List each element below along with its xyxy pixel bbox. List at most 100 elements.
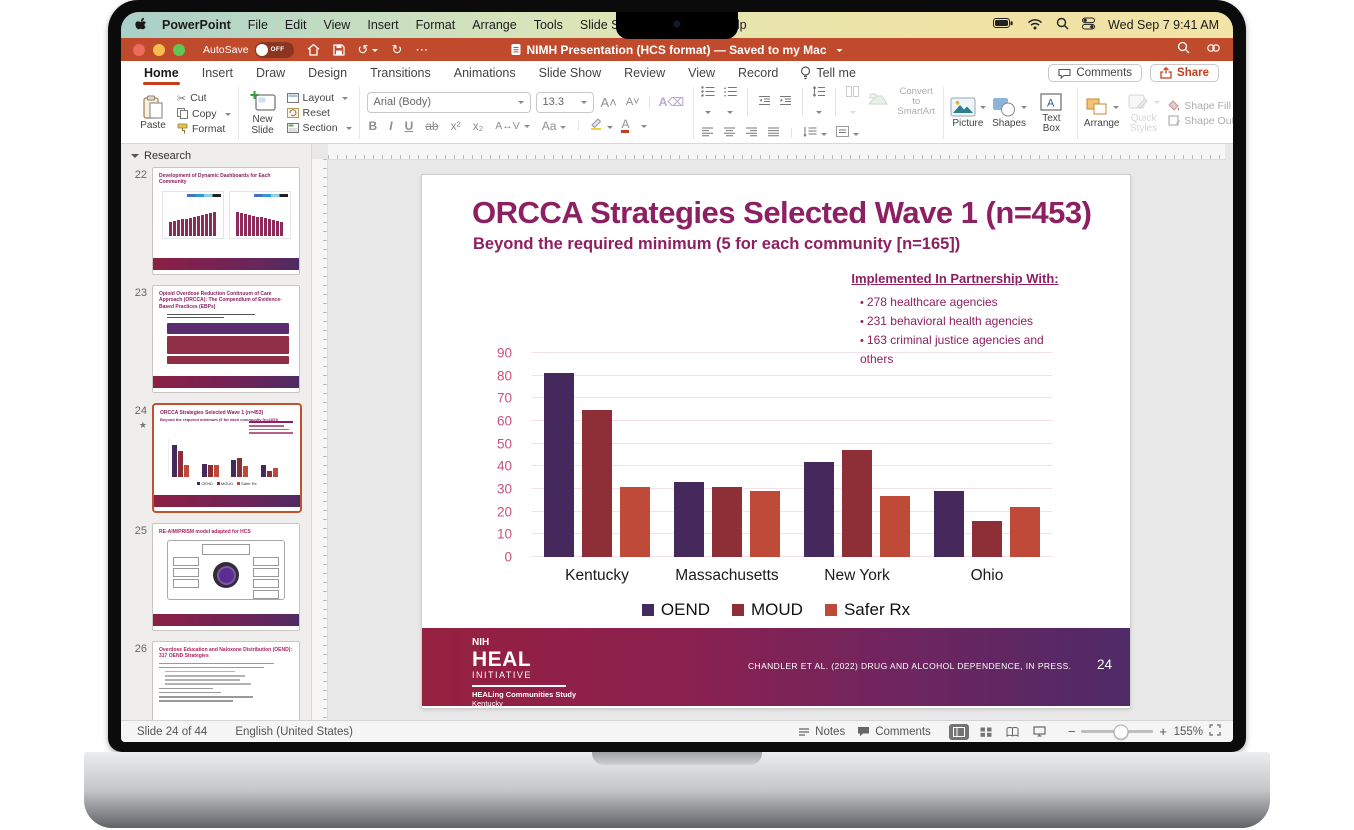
bold-button[interactable]: B [367,119,380,133]
bar-OEND-Ohio[interactable] [934,491,964,557]
slide-sorter-view-button[interactable] [976,724,996,740]
font-size-select[interactable]: 13.3 [536,92,594,113]
slide-thumbnail-23[interactable]: Opioid Overdose Reduction Continuum of C… [152,285,300,393]
decrease-indent-button[interactable] [758,93,771,111]
slide-thumbnail-24-selected[interactable]: ORCCA Strategies Selected Wave 1 (n=453)… [152,403,302,513]
subscript-button[interactable]: x₂ [471,119,486,133]
tab-animations[interactable]: Animations [453,62,517,85]
vertical-ruler[interactable] [312,159,328,720]
text-direction-button[interactable] [803,124,827,142]
search-icon[interactable] [1177,41,1190,59]
section-button[interactable]: Section [287,122,352,134]
bar-MOUD-Kentucky[interactable] [582,410,612,557]
menu-item-edit[interactable]: Edit [285,18,307,32]
normal-view-button[interactable] [949,724,969,740]
menu-item-file[interactable]: File [248,18,268,32]
menu-bar-clock[interactable]: Wed Sep 7 9:41 AM [1108,18,1219,32]
close-button[interactable] [133,44,145,56]
apple-menu[interactable] [135,16,148,34]
justify-button[interactable] [767,124,780,142]
align-text-button[interactable] [836,124,859,142]
layout-button[interactable]: Layout [287,92,352,104]
horizontal-ruler[interactable] [328,144,1225,160]
bar-Safer-Rx-Ohio[interactable] [1010,507,1040,557]
increase-font-size-button[interactable]: A˄ [599,95,619,110]
increase-indent-button[interactable] [779,93,792,111]
slideshow-view-button[interactable] [1030,724,1050,740]
tab-draw[interactable]: Draw [255,62,286,85]
slide-subtitle[interactable]: Beyond the required minimum (5 for each … [473,235,960,254]
tell-me-button[interactable]: Tell me [800,66,856,80]
bar-OEND-Kentucky[interactable] [544,373,574,557]
character-spacing-button[interactable]: A↔V [493,120,532,132]
shapes-button[interactable]: Shapes [992,97,1026,130]
shape-fill-button[interactable]: Shape Fill [1168,100,1233,112]
line-spacing-button[interactable] [812,84,825,120]
shape-outline-button[interactable]: Shape Outline [1168,115,1233,127]
italic-button[interactable]: I [387,119,394,133]
new-slide-button[interactable]: New Slide [246,90,280,136]
comments-button[interactable]: Comments [1048,64,1142,82]
arrange-button[interactable]: Arrange [1085,97,1119,130]
numbering-button[interactable] [723,84,737,120]
bar-chart[interactable]: 0102030405060708090 KentuckyMassachusett… [422,340,1130,650]
notes-toggle[interactable]: Notes [798,726,845,738]
language-indicator[interactable]: English (United States) [235,726,353,738]
clear-formatting-button[interactable]: A⌫ [657,95,687,109]
slide-thumbnail-22[interactable]: Development of Dynamic Dashboards for Ea… [152,167,300,275]
minimize-button[interactable] [153,44,165,56]
tab-insert[interactable]: Insert [201,62,234,85]
zoom-out-button[interactable]: − [1068,724,1076,739]
bar-MOUD-Massachusetts[interactable] [712,487,742,557]
reading-view-button[interactable] [1003,724,1023,740]
slide-title[interactable]: ORCCA Strategies Selected Wave 1 (n=453) [472,195,1110,231]
bar-OEND-Massachusetts[interactable] [674,482,704,557]
menu-item-app[interactable]: PowerPoint [162,18,231,32]
redo-icon[interactable]: ↻ [391,43,402,56]
bar-Safer-Rx-New York[interactable] [880,496,910,557]
menu-item-insert[interactable]: Insert [367,18,398,32]
tab-home[interactable]: Home [143,62,180,85]
bar-Safer-Rx-Massachusetts[interactable] [750,491,780,557]
more-commands-icon[interactable]: ⋯ [415,43,429,56]
tab-slideshow[interactable]: Slide Show [538,62,603,85]
format-painter-button[interactable]: Format [177,123,231,135]
menu-item-tools[interactable]: Tools [534,18,563,32]
bar-MOUD-Ohio[interactable] [972,521,1002,557]
tab-review[interactable]: Review [623,62,666,85]
decrease-font-size-button[interactable]: A˅ [624,96,642,108]
tab-transitions[interactable]: Transitions [369,62,432,85]
underline-button[interactable]: U [403,119,416,133]
slide-thumbnail-25[interactable]: RE-AIM/PRISM model adapted for HCS [152,523,300,631]
columns-button[interactable] [846,84,859,120]
menu-item-view[interactable]: View [323,18,350,32]
change-case-button[interactable]: Aa [540,119,569,133]
slide-thumbnail-26[interactable]: Overdose Education and Naloxone Distribu… [152,641,300,720]
text-box-button[interactable]: A Text Box [1033,92,1070,135]
strikethrough-button[interactable]: ab [423,119,440,133]
cut-button[interactable]: ✂Cut [177,92,231,105]
tab-view[interactable]: View [687,62,716,85]
tab-design[interactable]: Design [307,62,348,85]
undo-icon[interactable]: ↺ [358,43,379,56]
superscript-button[interactable]: x² [449,119,463,133]
bar-OEND-New York[interactable] [804,462,834,557]
autosave-toggle[interactable]: OFF [255,42,294,58]
home-icon[interactable] [307,43,320,56]
spotlight-search-icon[interactable] [1056,17,1069,33]
quick-styles-button[interactable]: Quick Styles [1126,92,1162,135]
convert-smartart-label[interactable]: Convert to SmartArt [897,87,936,117]
reset-button[interactable]: Reset [287,107,352,119]
menu-item-format[interactable]: Format [416,18,456,32]
zoom-in-button[interactable]: + [1159,724,1167,739]
menu-item-arrange[interactable]: Arrange [472,18,516,32]
smartart-icon[interactable] [867,92,889,113]
share-button[interactable]: Share [1150,64,1219,82]
align-center-button[interactable] [723,124,736,142]
document-title-area[interactable]: NIMH Presentation (HCS format) — Saved t… [511,43,842,57]
highlight-color-button[interactable] [589,117,613,135]
tab-record[interactable]: Record [737,62,779,85]
fit-slide-button[interactable] [1209,724,1221,739]
save-icon[interactable] [333,44,345,56]
zoom-slider-knob[interactable] [1114,724,1129,739]
